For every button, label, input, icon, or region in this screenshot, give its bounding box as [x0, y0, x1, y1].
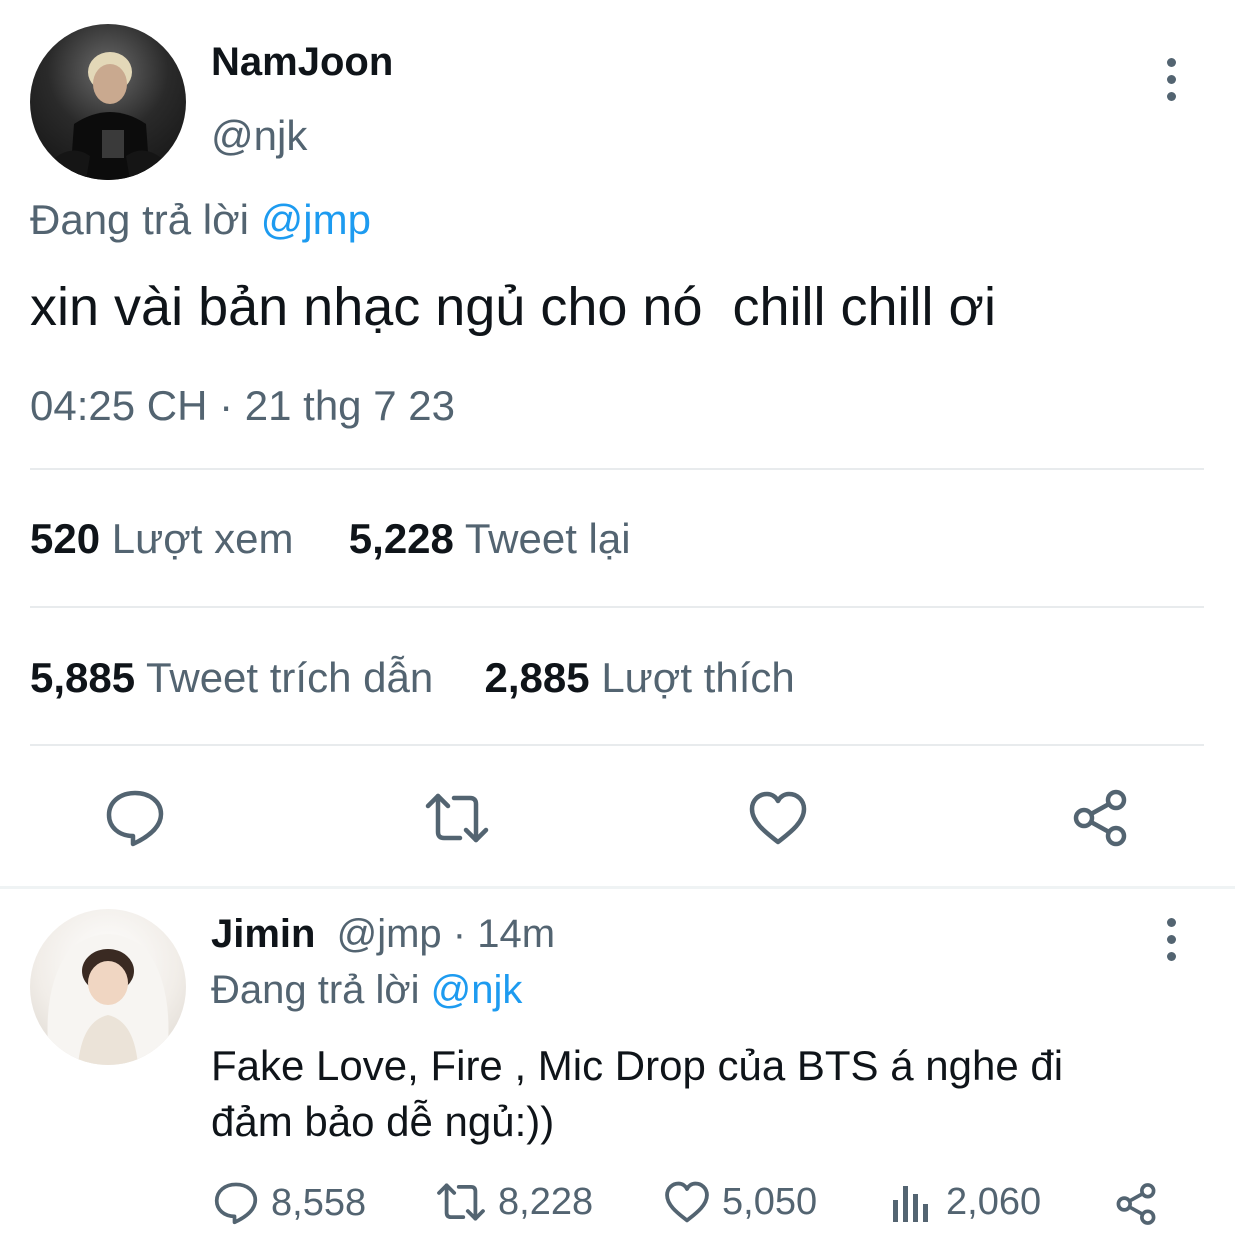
- reply-views-button[interactable]: 2,060: [890, 1180, 1041, 1224]
- divider: [30, 744, 1204, 746]
- reply-author-avatar[interactable]: [30, 909, 186, 1065]
- reply-replying-label: Đang trả lời: [211, 968, 420, 1012]
- stats-row-1: 520 Lượt xem 5,228 Tweet lại: [30, 515, 631, 563]
- like-icon: [665, 1181, 709, 1223]
- reply-share-icon[interactable]: [1114, 1182, 1158, 1226]
- reply-like-button[interactable]: 5,050: [664, 1180, 817, 1224]
- reply-replying-to-line: Đang trả lời @njk: [211, 968, 522, 1013]
- author-handle[interactable]: @njk: [211, 112, 307, 160]
- reply-text: Fake Love, Fire , Mic Drop của BTS á ngh…: [211, 1038, 1063, 1150]
- replying-to-line: Đang trả lời @jmp: [30, 196, 371, 244]
- reply-header: Jimin @jmp · 14m: [211, 912, 555, 957]
- retweets-count: 5,228: [348, 515, 454, 562]
- reply-retweet-button[interactable]: 8,228: [436, 1180, 593, 1224]
- more-options-icon[interactable]: [1164, 58, 1178, 101]
- views-count: 520: [30, 515, 101, 562]
- avatar-image: [44, 52, 172, 180]
- reply-replying-to-mention[interactable]: @njk: [431, 968, 523, 1012]
- author-name[interactable]: NamJoon: [211, 40, 393, 85]
- stats-row-2: 5,885 Tweet trích dẫn 2,885 Lượt thích: [30, 654, 795, 702]
- reply-author-handle[interactable]: @jmp: [337, 912, 442, 956]
- replying-to-mention[interactable]: @jmp: [261, 196, 371, 243]
- views-stat[interactable]: 520 Lượt xem: [30, 515, 293, 562]
- reply-time[interactable]: · 14m: [453, 912, 555, 956]
- retweet-icon: [437, 1183, 485, 1221]
- tweet-text: xin vài bản nhạc ngủ cho nó chill chill …: [30, 277, 996, 337]
- reply-text-line-2: đảm bảo dễ ngủ:)): [211, 1098, 555, 1145]
- quotes-count: 5,885: [30, 654, 136, 701]
- retweet-icon[interactable]: [424, 790, 490, 846]
- likes-label: Lượt thích: [601, 654, 795, 701]
- reply-reply-button[interactable]: 8,558: [213, 1180, 366, 1226]
- views-label: Lượt xem: [111, 515, 294, 562]
- section-separator: [0, 886, 1235, 889]
- retweet-count: 8,228: [498, 1180, 594, 1223]
- replying-label: Đang trả lời: [30, 196, 249, 243]
- quotes-label: Tweet trích dẫn: [146, 654, 434, 701]
- retweets-stat[interactable]: 5,228 Tweet lại: [349, 515, 631, 562]
- like-icon[interactable]: [748, 790, 808, 846]
- divider: [30, 606, 1204, 608]
- reply-icon: [214, 1182, 258, 1225]
- like-count: 5,050: [722, 1180, 818, 1223]
- tweet-timestamp[interactable]: 04:25 CH · 21 thg 7 23: [30, 382, 455, 430]
- reply-count: 8,558: [271, 1181, 367, 1224]
- divider: [30, 468, 1204, 470]
- reply-more-options-icon[interactable]: [1164, 918, 1178, 961]
- retweets-label: Tweet lại: [464, 515, 631, 562]
- reply-author-name[interactable]: Jimin: [211, 912, 315, 956]
- reply-text-line-1: Fake Love, Fire , Mic Drop của BTS á ngh…: [211, 1042, 1064, 1089]
- views-icon: [893, 1186, 928, 1222]
- author-avatar[interactable]: [30, 24, 186, 180]
- likes-stat[interactable]: 2,885 Lượt thích: [485, 654, 795, 701]
- views-count: 2,060: [946, 1180, 1042, 1223]
- reply-icon[interactable]: [104, 788, 166, 848]
- share-icon[interactable]: [1070, 788, 1130, 848]
- likes-count: 2,885: [484, 654, 590, 701]
- avatar-image: [47, 934, 169, 1065]
- quotes-stat[interactable]: 5,885 Tweet trích dẫn: [30, 654, 433, 701]
